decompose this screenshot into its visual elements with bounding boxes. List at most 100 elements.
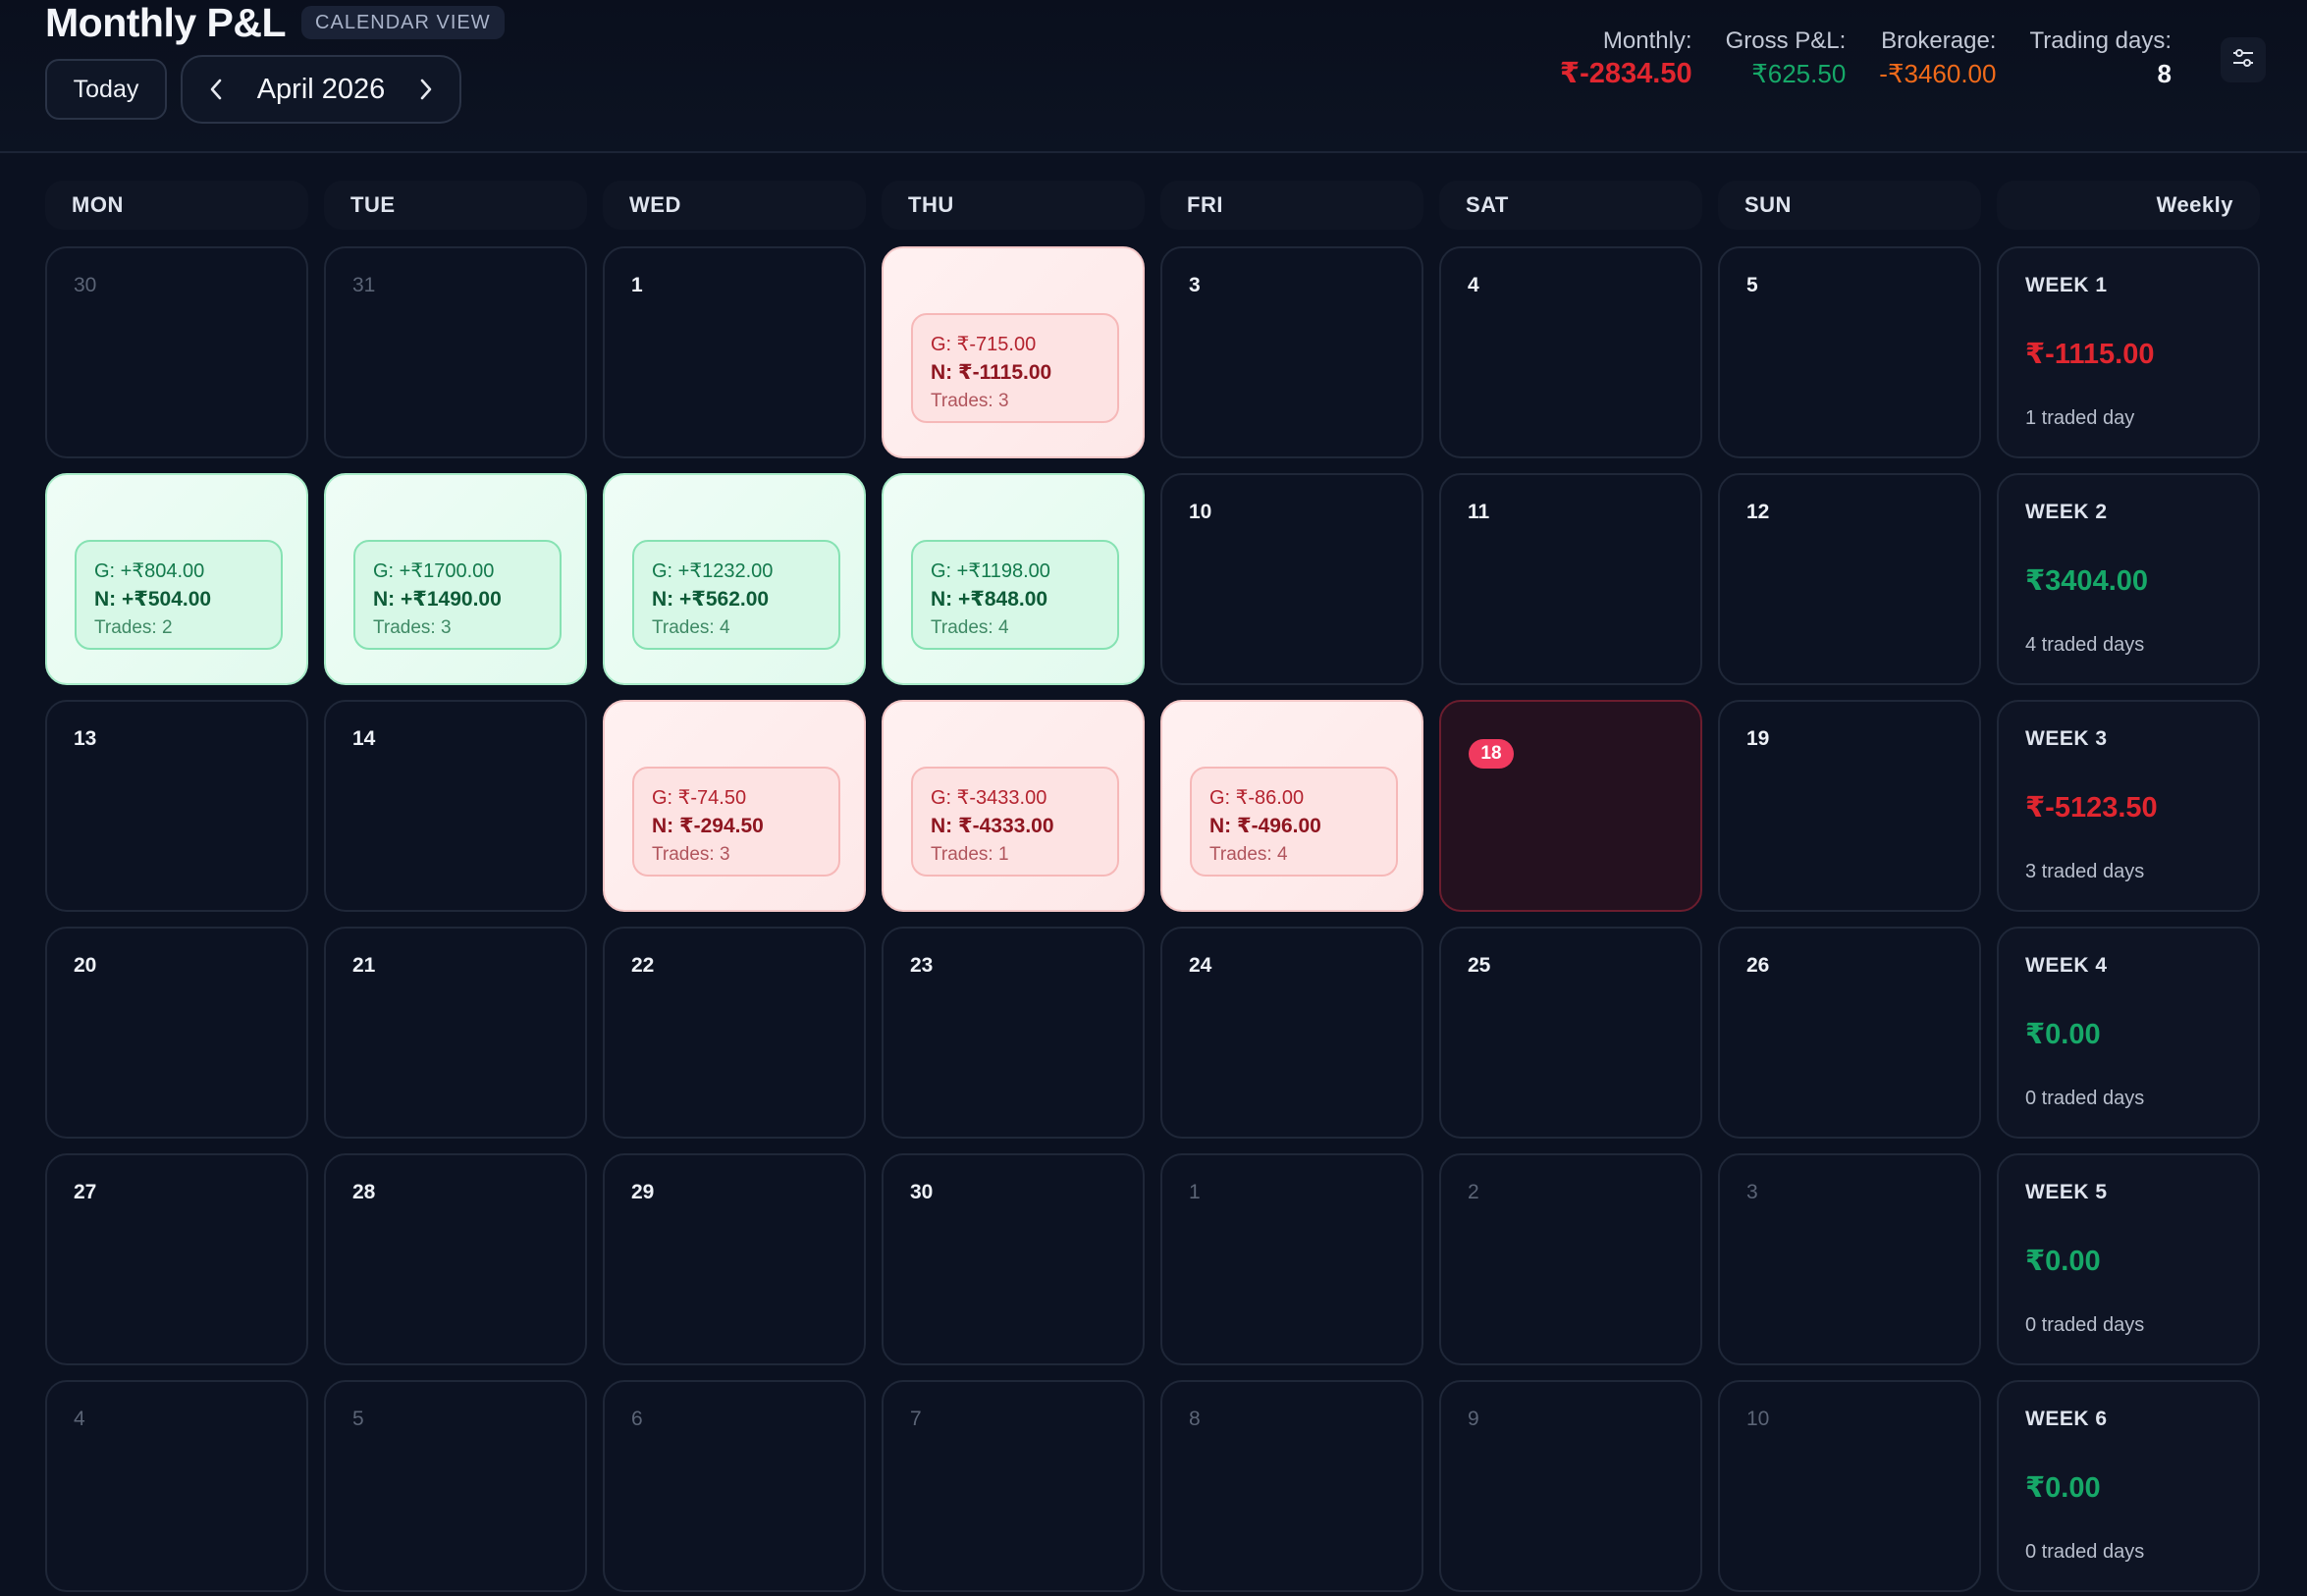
day-cell[interactable]: 2	[1439, 1153, 1702, 1365]
week-summary-cell: WEEK 6 ₹0.00 0 traded days	[1997, 1380, 2260, 1592]
next-month-icon[interactable]	[408, 72, 444, 107]
day-cell[interactable]: 24	[1160, 927, 1423, 1139]
day-cell[interactable]: 23	[882, 927, 1145, 1139]
day-cell[interactable]: G: +₹1232.00 N: +₹562.00 Trades: 4	[603, 473, 866, 685]
net-pnl: N: +₹1490.00	[373, 588, 502, 611]
day-cell[interactable]: 21	[324, 927, 587, 1139]
day-cell[interactable]: 3	[1160, 246, 1423, 458]
day-cell[interactable]: 5	[324, 1380, 587, 1592]
day-cell[interactable]: 10	[1718, 1380, 1981, 1592]
day-number: 24	[1189, 954, 1212, 977]
trade-count: Trades: 4	[931, 617, 1009, 638]
brokerage-value: -₹3460.00	[1879, 59, 1997, 88]
day-number: 14	[352, 727, 376, 750]
day-cell[interactable]: G: +₹1198.00 N: +₹848.00 Trades: 4	[882, 473, 1145, 685]
day-number: 11	[1468, 501, 1490, 523]
day-number: 23	[910, 954, 934, 977]
trading-days-value: 8	[2157, 59, 2172, 88]
day-cell[interactable]: 13	[45, 700, 308, 912]
filter-settings-button[interactable]	[2221, 37, 2266, 82]
day-cell[interactable]: 10	[1160, 473, 1423, 685]
day-number: 4	[74, 1408, 85, 1430]
day-number: 27	[74, 1181, 97, 1203]
day-cell[interactable]: G: ₹-715.00 N: ₹-1115.00 Trades: 3	[882, 246, 1145, 458]
week-net-value: ₹-1115.00	[2025, 339, 2155, 370]
day-cell[interactable]: 1	[1160, 1153, 1423, 1365]
day-cell[interactable]: 29	[603, 1153, 866, 1365]
today-button[interactable]: Today	[45, 59, 167, 120]
day-number: 7	[910, 1408, 922, 1430]
day-cell[interactable]: 3	[1718, 1153, 1981, 1365]
net-pnl: N: ₹-1115.00	[931, 361, 1052, 384]
day-number: 9	[1468, 1408, 1479, 1430]
day-cell[interactable]: 25	[1439, 927, 1702, 1139]
day-cell[interactable]: 8	[1160, 1380, 1423, 1592]
day-cell-today[interactable]: 18	[1439, 700, 1702, 912]
weekday-header-fri: FRI	[1160, 181, 1423, 230]
net-pnl: N: ₹-294.50	[652, 815, 764, 837]
week-label: WEEK 1	[2025, 274, 2108, 296]
today-badge: 18	[1469, 739, 1514, 769]
day-cell[interactable]: 27	[45, 1153, 308, 1365]
day-cell[interactable]: 12	[1718, 473, 1981, 685]
day-cell[interactable]: 26	[1718, 927, 1981, 1139]
net-pnl: N: +₹562.00	[652, 588, 770, 611]
day-number: 26	[1746, 954, 1770, 977]
day-cell[interactable]: 7	[882, 1380, 1145, 1592]
day-cell[interactable]: 14	[324, 700, 587, 912]
day-cell[interactable]: 30	[45, 246, 308, 458]
prev-month-icon[interactable]	[198, 72, 234, 107]
page-title: Monthly P&L	[45, 0, 287, 45]
gross-pnl: G: ₹-74.50	[652, 787, 747, 809]
day-cell[interactable]: G: ₹-3433.00 N: ₹-4333.00 Trades: 1	[882, 700, 1145, 912]
gross-pnl: G: ₹-86.00	[1209, 787, 1305, 809]
week-summary-cell: WEEK 4 ₹0.00 0 traded days	[1997, 927, 2260, 1139]
monthly-label: Monthly:	[1602, 27, 1692, 54]
pnl-summary-pill: G: ₹-3433.00 N: ₹-4333.00 Trades: 1	[911, 767, 1119, 877]
trade-count: Trades: 3	[373, 617, 452, 638]
day-cell[interactable]: G: ₹-86.00 N: ₹-496.00 Trades: 4	[1160, 700, 1423, 912]
month-navigator: April 2026	[181, 55, 461, 124]
day-cell[interactable]: 30	[882, 1153, 1145, 1365]
day-number: 31	[352, 274, 376, 296]
day-cell[interactable]: 11	[1439, 473, 1702, 685]
week-label: WEEK 6	[2025, 1408, 2108, 1430]
day-cell[interactable]: 1	[603, 246, 866, 458]
day-number: 5	[1746, 274, 1758, 296]
week-traded-days: 0 traded days	[2025, 1088, 2145, 1109]
monthly-stat: Monthly: ₹-2834.50	[1560, 26, 1692, 90]
day-cell[interactable]: 20	[45, 927, 308, 1139]
pnl-summary-pill: G: +₹1198.00 N: +₹848.00 Trades: 4	[911, 540, 1119, 650]
gross-label: Gross P&L:	[1725, 27, 1847, 54]
weekday-header-sun: SUN	[1718, 181, 1981, 230]
day-cell[interactable]: G: +₹804.00 N: +₹504.00 Trades: 2	[45, 473, 308, 685]
day-cell[interactable]: 19	[1718, 700, 1981, 912]
day-cell[interactable]: 22	[603, 927, 866, 1139]
day-cell[interactable]: 6	[603, 1380, 866, 1592]
week-summary-cell: WEEK 5 ₹0.00 0 traded days	[1997, 1153, 2260, 1365]
day-cell[interactable]: 9	[1439, 1380, 1702, 1592]
trade-count: Trades: 3	[931, 391, 1009, 411]
day-cell[interactable]: 5	[1718, 246, 1981, 458]
trading-days-stat: Trading days: 8	[2029, 26, 2172, 90]
day-cell[interactable]: 28	[324, 1153, 587, 1365]
week-net-value: ₹3404.00	[2025, 565, 2149, 597]
week-net-value: ₹0.00	[2025, 1472, 2101, 1504]
day-number: 20	[74, 954, 97, 977]
day-cell[interactable]: 31	[324, 246, 587, 458]
day-cell[interactable]: 4	[45, 1380, 308, 1592]
pnl-summary-pill: G: +₹1700.00 N: +₹1490.00 Trades: 3	[353, 540, 562, 650]
day-number: 28	[352, 1181, 376, 1203]
net-pnl: N: +₹848.00	[931, 588, 1048, 611]
week-label: WEEK 4	[2025, 954, 2108, 977]
day-cell[interactable]: G: ₹-74.50 N: ₹-294.50 Trades: 3	[603, 700, 866, 912]
day-cell[interactable]: 4	[1439, 246, 1702, 458]
day-number: 12	[1746, 501, 1770, 523]
weekday-header-thu: THU	[882, 181, 1145, 230]
pnl-summary-pill: G: ₹-715.00 N: ₹-1115.00 Trades: 3	[911, 313, 1119, 423]
day-cell[interactable]: G: +₹1700.00 N: +₹1490.00 Trades: 3	[324, 473, 587, 685]
day-number: 10	[1189, 501, 1212, 523]
trade-count: Trades: 2	[94, 617, 173, 638]
date-controls: Today April 2026	[45, 55, 461, 124]
week-net-value: ₹0.00	[2025, 1019, 2101, 1050]
